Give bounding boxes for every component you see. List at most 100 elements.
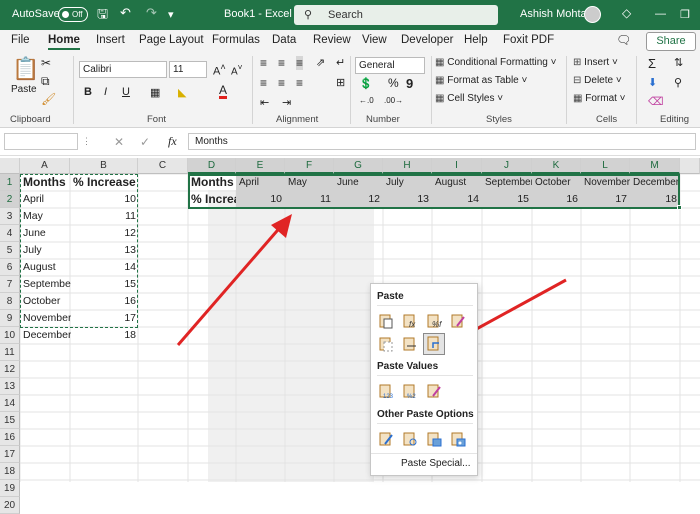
undo-icon[interactable]: ↶ [120, 5, 131, 21]
paste-icon[interactable] [378, 313, 394, 329]
format-cells-button[interactable]: ▦ Format ˅ [573, 93, 626, 104]
wrap-text-icon[interactable]: ↵ [336, 56, 345, 69]
comma-style-icon[interactable]: 9 [406, 76, 413, 91]
delete-cells-button[interactable]: ⊟ Delete ˅ [573, 75, 622, 86]
align-left-icon[interactable]: ≡ [260, 76, 267, 90]
fill-color-icon[interactable]: ◣ [178, 86, 186, 99]
paste-special-item[interactable]: Paste Special... [401, 458, 470, 469]
svg-text:123: 123 [383, 394, 394, 399]
paste-formulas-number-format-icon[interactable]: %f [426, 313, 442, 329]
redo-icon[interactable]: ↷ [146, 5, 157, 21]
tab-developer[interactable]: Developer [401, 34, 453, 46]
merge-center-icon[interactable]: ⊞ [336, 76, 345, 89]
values-source-formatting-icon[interactable] [426, 383, 442, 399]
share-button[interactable]: Share [646, 32, 696, 51]
autosave-toggle[interactable]: Off [58, 7, 88, 22]
paste-label[interactable]: Paste [11, 84, 37, 95]
bold-icon[interactable]: B [84, 86, 92, 98]
format-cells-icon: ▦ [573, 93, 583, 104]
font-size-dropdown[interactable]: 11 [169, 61, 207, 78]
format-painter-icon[interactable]: 🖌 [41, 92, 56, 106]
font-color-icon[interactable]: A [219, 84, 228, 99]
align-center-icon[interactable]: ≡ [278, 76, 285, 90]
tab-review[interactable]: Review [313, 34, 351, 46]
cell-styles-icon: ▦ [435, 93, 445, 104]
ribbon: 📋 Paste ✂ ⧉ 🖌 Clipboard Calibri 11 A˄ A˅… [0, 52, 700, 128]
tab-formulas[interactable]: Formulas [212, 34, 260, 46]
conditional-formatting-button[interactable]: ▦ Conditional Formatting ˅ [435, 57, 556, 68]
enter-icon[interactable]: ✓ [140, 135, 150, 149]
increase-font-icon[interactable]: A˄ [213, 62, 226, 78]
paste-values-section-title: Paste Values [377, 361, 439, 372]
increase-indent-icon[interactable]: ⇥ [282, 96, 291, 109]
restore-icon[interactable]: ❐ [680, 8, 690, 21]
tab-help[interactable]: Help [464, 34, 488, 46]
values-number-formatting-icon[interactable]: %2 [402, 383, 418, 400]
orientation-icon[interactable]: ⇗ [316, 56, 325, 69]
find-select-icon[interactable]: ⚲ [674, 76, 682, 89]
search-placeholder: Search [328, 9, 363, 21]
formula-input[interactable]: Months [188, 133, 696, 150]
tab-home[interactable]: Home [48, 34, 80, 50]
minimize-icon[interactable]: — [655, 8, 666, 20]
customize-icon[interactable]: ▾ [168, 8, 174, 21]
keep-source-formatting-icon[interactable] [450, 313, 466, 329]
tab-file[interactable]: File [11, 34, 30, 46]
italic-icon[interactable]: I [104, 86, 107, 98]
align-middle-icon[interactable]: ≡ [278, 56, 285, 70]
cut-icon[interactable]: ✂ [41, 56, 51, 70]
decrease-font-icon[interactable]: A˅ [231, 62, 243, 77]
formatting-icon[interactable] [378, 431, 394, 447]
diamond-icon[interactable]: ◇ [622, 6, 631, 20]
row-header-19[interactable]: 19 [0, 480, 20, 497]
avatar[interactable] [584, 6, 601, 23]
number-format-dropdown[interactable]: General [355, 57, 425, 74]
search-box[interactable]: ⚲ Search [294, 5, 498, 25]
borders-icon[interactable]: ▦ [150, 86, 160, 99]
paste-values-icon[interactable]: 123 [378, 383, 394, 400]
cell-styles-button[interactable]: ▦ Cell Styles ˅ [435, 93, 503, 104]
comments-icon[interactable]: 🗨 [616, 33, 631, 47]
cancel-icon[interactable]: ✕ [114, 135, 124, 149]
name-box[interactable] [4, 133, 78, 150]
tab-view[interactable]: View [362, 34, 387, 46]
spreadsheet-grid[interactable]: A B C D E F G H I J K L M 1 2 3 4 5 6 7 8 9 10 11 1… [0, 158, 700, 514]
insert-cells-button[interactable]: ⊞ Insert ˅ [573, 57, 618, 68]
font-name-dropdown[interactable]: Calibri [79, 61, 167, 78]
namebox-dropdown-icon[interactable]: ⋮ [82, 136, 91, 147]
tab-insert[interactable]: Insert [96, 34, 125, 46]
align-top-icon[interactable]: ≡ [260, 56, 267, 70]
transpose-icon[interactable] [423, 333, 445, 355]
svg-text:%2: %2 [407, 394, 416, 399]
insert-cells-icon: ⊞ [573, 57, 582, 68]
tab-foxit-pdf[interactable]: Foxit PDF [503, 34, 554, 46]
row-header-20[interactable]: 20 [0, 497, 20, 514]
formula-bar: ⋮ ✕ ✓ fx Months [0, 128, 700, 156]
tab-page-layout[interactable]: Page Layout [139, 34, 204, 46]
picture-icon[interactable] [426, 431, 442, 447]
paste-link-icon[interactable] [402, 431, 418, 447]
decrease-indent-icon[interactable]: ⇤ [260, 96, 269, 109]
paste-icon[interactable]: 📋 [12, 56, 39, 82]
autosum-icon[interactable]: Σ [648, 56, 656, 71]
linked-picture-icon[interactable] [450, 431, 466, 447]
decrease-decimal-icon[interactable]: .00→ [384, 96, 403, 105]
percent-icon[interactable]: % [388, 76, 399, 90]
keep-column-widths-icon[interactable] [402, 336, 418, 352]
align-right-icon[interactable]: ≡ [296, 76, 303, 90]
svg-text:%f: %f [432, 320, 442, 329]
accounting-format-icon[interactable]: 💲 [359, 77, 373, 90]
no-borders-icon[interactable] [378, 336, 394, 352]
paste-formulas-icon[interactable]: fx [402, 313, 418, 329]
tab-data[interactable]: Data [272, 34, 296, 46]
align-bottom-icon[interactable]: ≡ [296, 56, 304, 70]
fill-icon[interactable]: ⬇ [648, 76, 657, 89]
save-icon[interactable]: 🖫 [97, 5, 108, 27]
sort-filter-icon[interactable]: ⇅ [674, 56, 683, 69]
copy-icon[interactable]: ⧉ [41, 74, 50, 89]
increase-decimal-icon[interactable]: ←.0 [359, 96, 374, 105]
insert-function-icon[interactable]: fx [168, 134, 177, 149]
clear-icon[interactable]: ⌫ [648, 95, 664, 108]
format-as-table-button[interactable]: ▦ Format as Table ˅ [435, 75, 527, 86]
underline-icon[interactable]: U [122, 86, 130, 98]
